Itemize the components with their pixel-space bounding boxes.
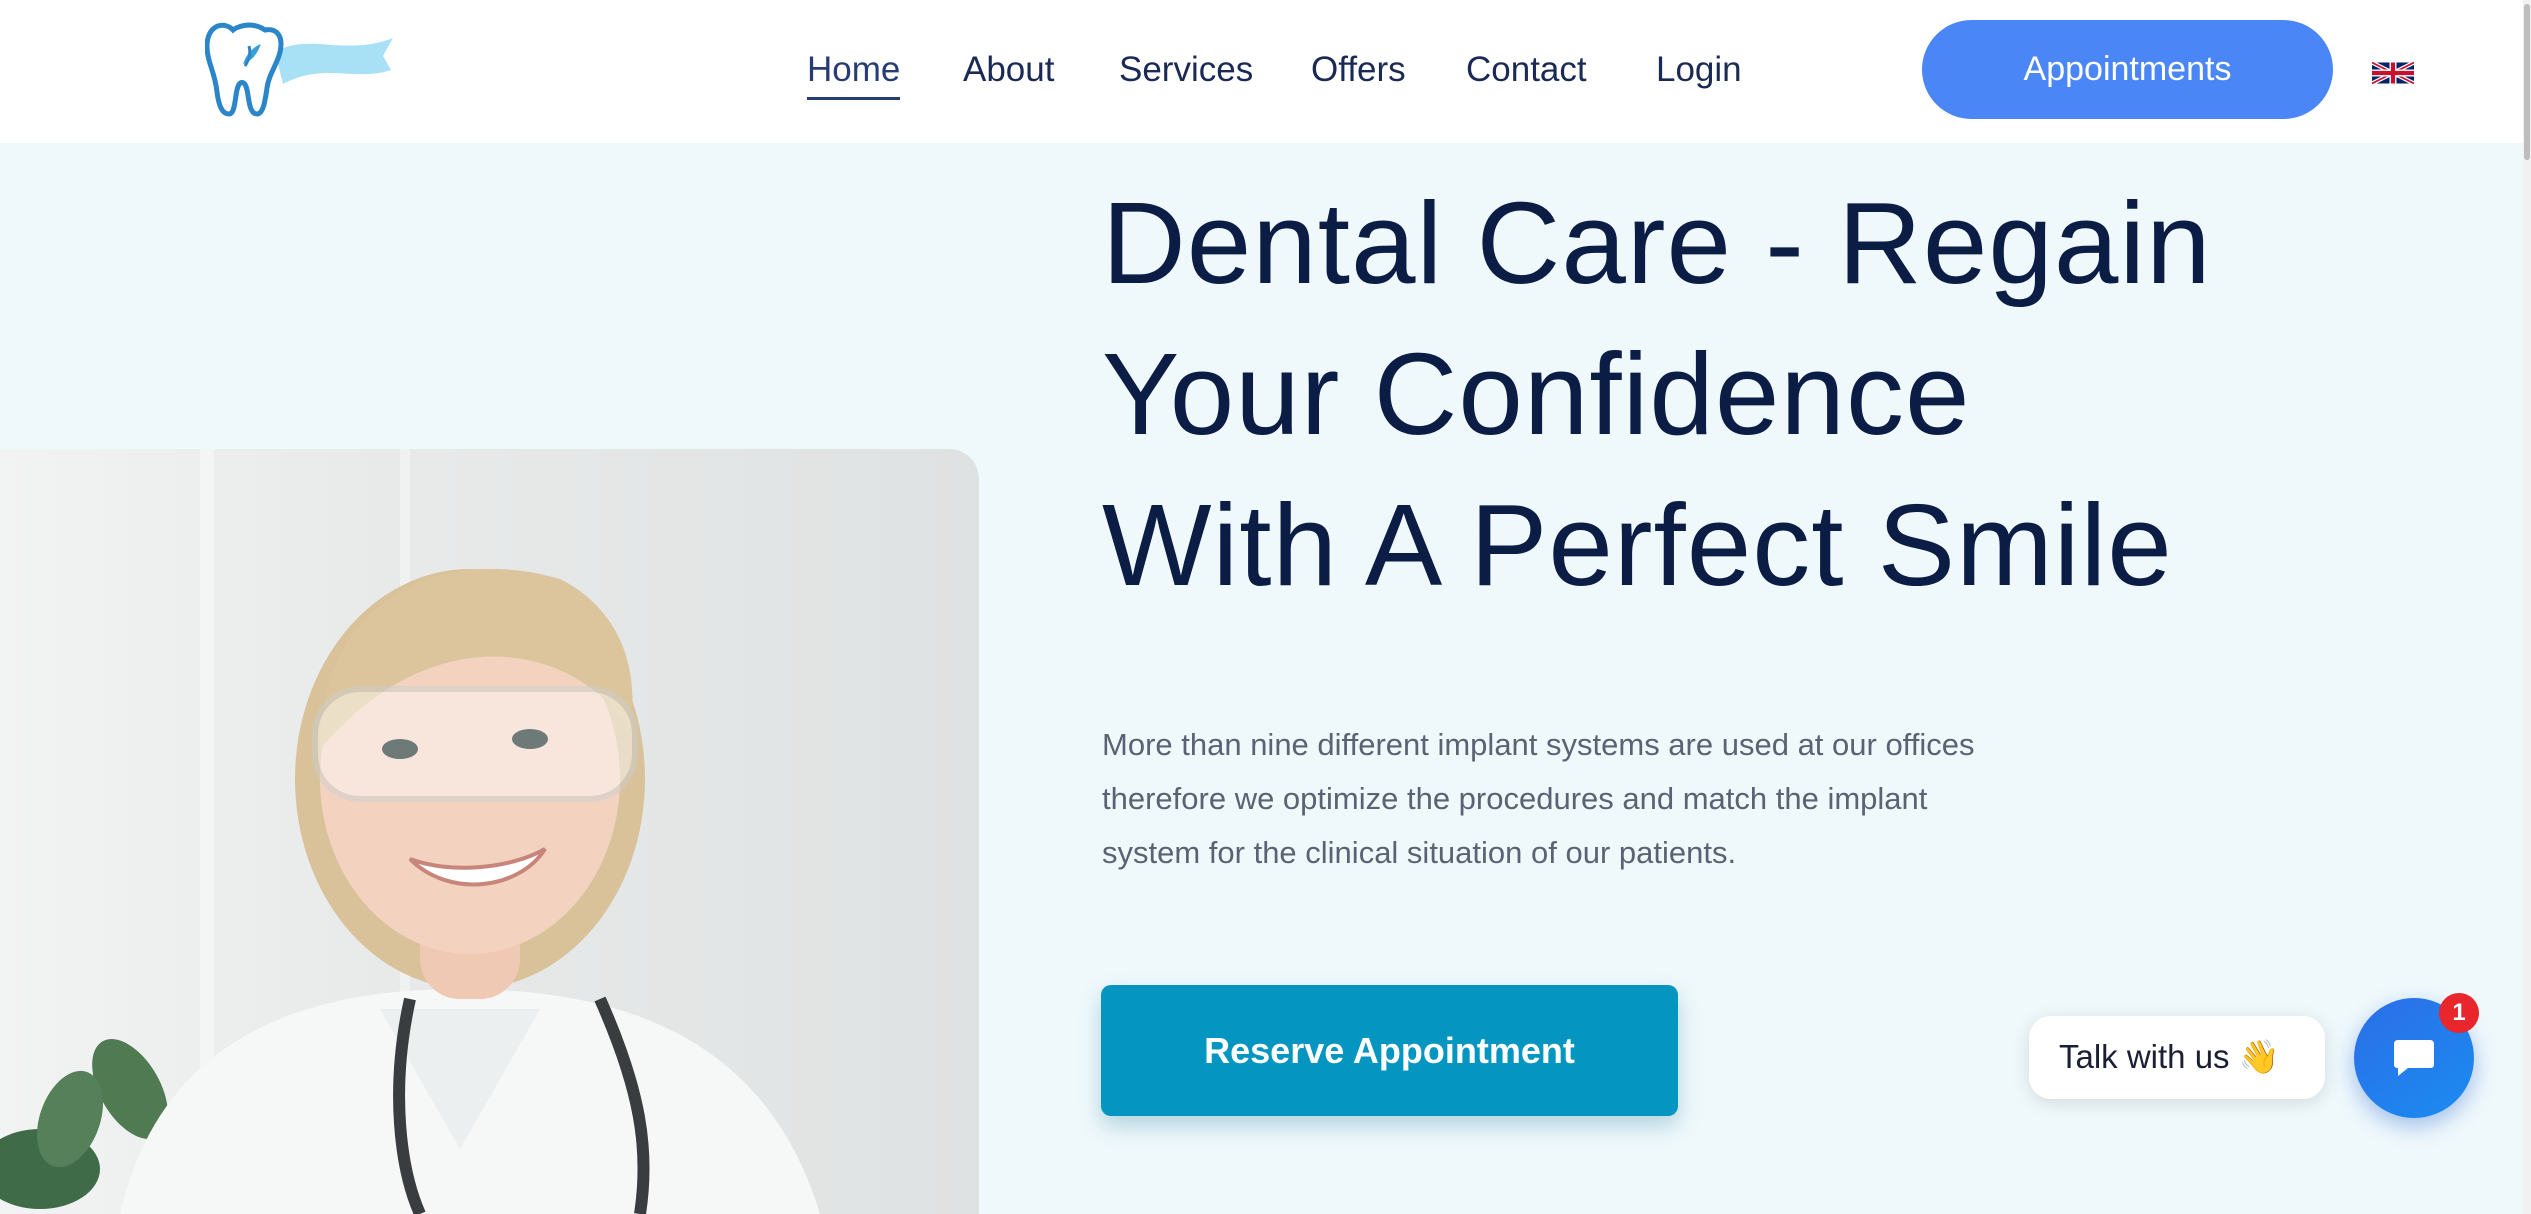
talk-with-us-label: Talk with us 👋 <box>2059 1038 2280 1075</box>
reserve-appointment-button[interactable]: Reserve Appointment <box>1101 985 1678 1116</box>
site-header: Home About Services Offers Contact Login… <box>0 0 2531 143</box>
appointments-button[interactable]: Appointments <box>1922 20 2333 119</box>
chat-notification-badge: 1 <box>2439 993 2479 1033</box>
nav-services[interactable]: Services <box>1119 44 1253 96</box>
nav-about[interactable]: About <box>963 44 1054 96</box>
uk-flag-icon[interactable] <box>2372 58 2414 88</box>
scrollbar-thumb[interactable] <box>2524 4 2530 160</box>
hero-headline: Dental Care - Regain Your Confidence Wit… <box>1102 168 2402 621</box>
page-scrollbar[interactable] <box>2523 0 2531 1214</box>
description-line: system for the clinical situation of our… <box>1102 835 1737 870</box>
description-line: More than nine different implant systems… <box>1102 727 1975 762</box>
nav-contact[interactable]: Contact <box>1466 44 1587 96</box>
nav-home[interactable]: Home <box>807 44 901 100</box>
nav-login[interactable]: Login <box>1656 44 1742 96</box>
talk-with-us-bubble[interactable]: Talk with us 👋 <box>2029 1016 2325 1099</box>
chat-bubble-icon <box>2394 1040 2434 1076</box>
dentist-photo <box>0 449 979 1214</box>
headline-line: With A Perfect Smile <box>1102 480 2173 610</box>
headline-line: Your Confidence <box>1102 329 1971 459</box>
nav-offers[interactable]: Offers <box>1311 44 1406 96</box>
headline-line: Dental Care - Regain <box>1102 178 2212 308</box>
tooth-logo-icon[interactable] <box>205 22 395 118</box>
description-line: therefore we optimize the procedures and… <box>1102 781 1928 816</box>
hero-description: More than nine different implant systems… <box>1102 718 2102 880</box>
dentist-illustration <box>0 449 820 1214</box>
